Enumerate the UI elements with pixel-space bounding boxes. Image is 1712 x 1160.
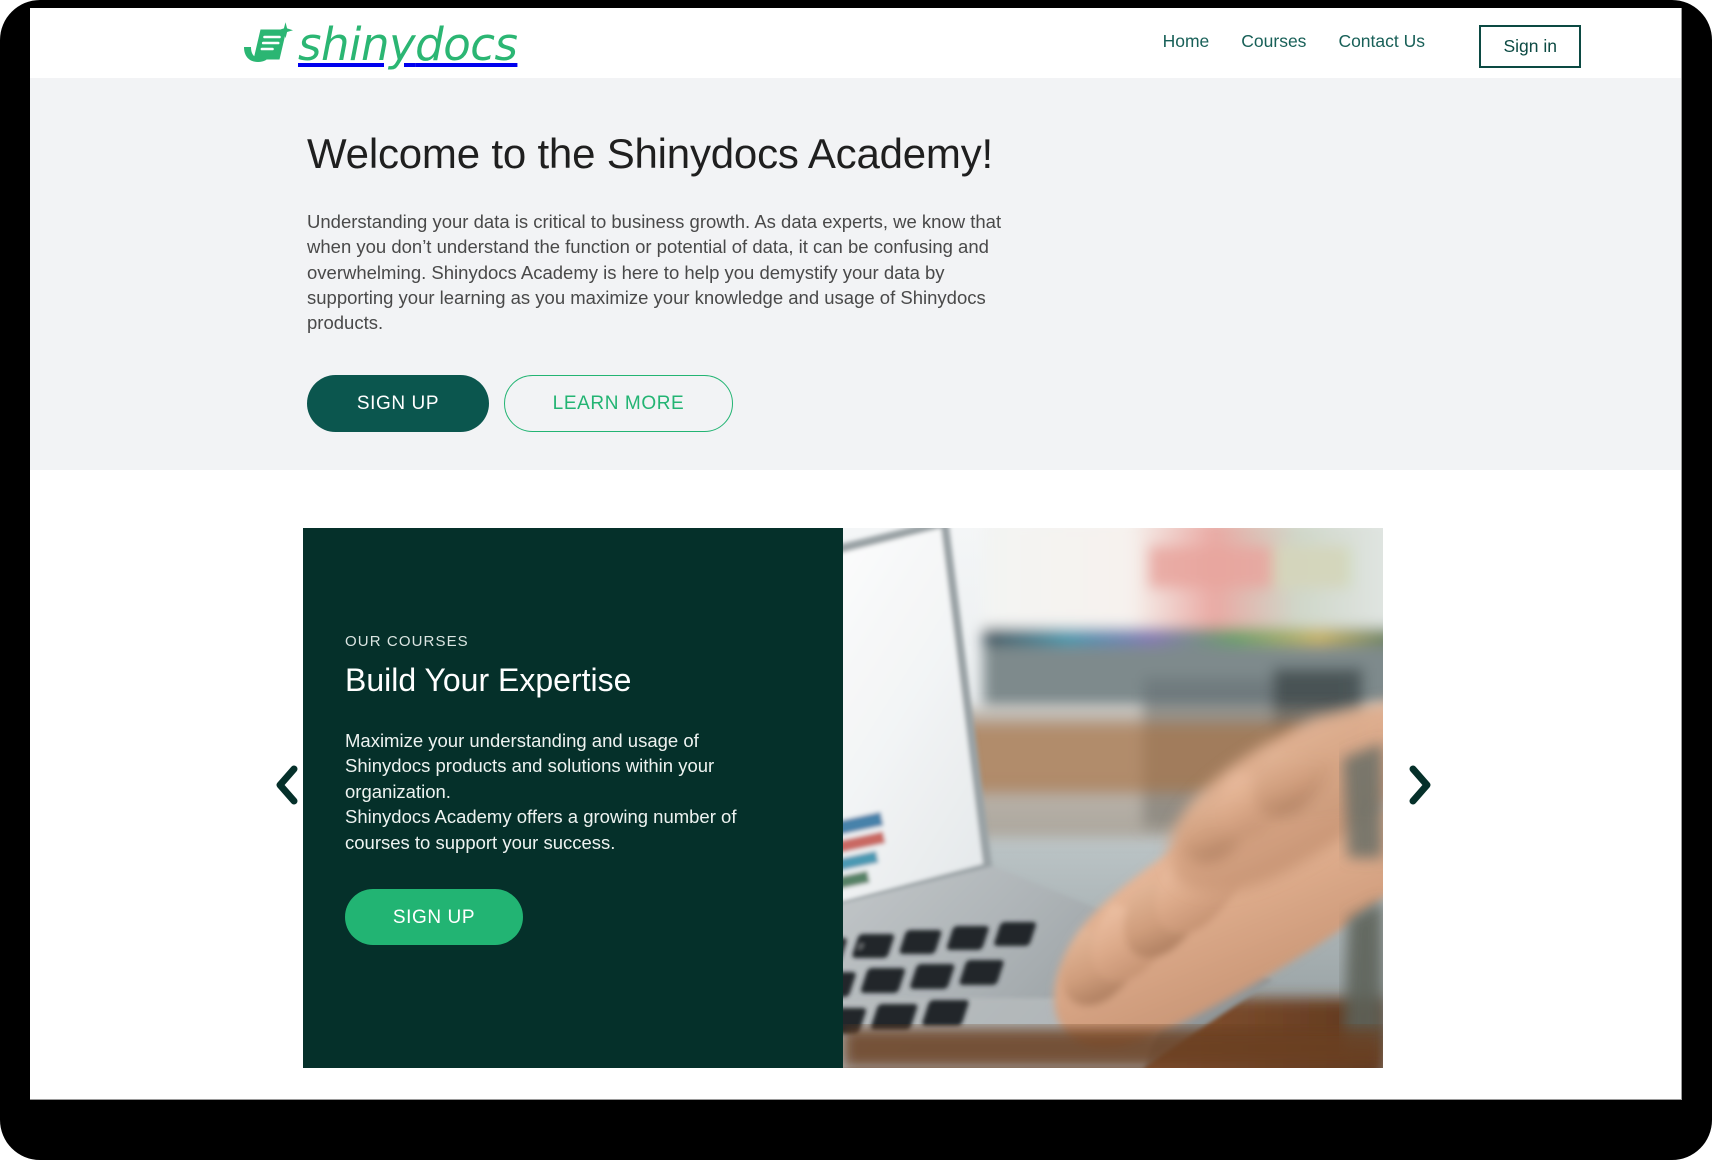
device-frame: shinydocs Home Courses Contact Us Sign i… — [0, 0, 1712, 1160]
brand-wordmark: shinydocs — [298, 22, 518, 67]
course-card-title: Build Your Expertise — [345, 662, 632, 698]
hero-section: Welcome to the Shinydocs Academy! Unders… — [30, 78, 1681, 470]
course-card: OUR COURSES Build Your Expertise Maximiz… — [303, 528, 1383, 1068]
carousel-prev-button[interactable] — [270, 763, 304, 807]
course-card-eyebrow: OUR COURSES — [345, 633, 469, 650]
hero-description: Understanding your data is critical to b… — [307, 211, 1002, 333]
hero-actions: SIGN UP LEARN MORE — [307, 375, 1681, 433]
course-card-image-pane: A S D F — [843, 528, 1383, 1068]
site-header: shinydocs Home Courses Contact Us Sign i… — [30, 8, 1681, 78]
laptop-typing-photo: A S D F — [843, 528, 1383, 1068]
chevron-right-icon — [1409, 765, 1431, 805]
course-card-sign-up-button[interactable]: SIGN UP — [345, 889, 523, 946]
chevron-left-icon — [276, 765, 298, 805]
carousel-next-button[interactable] — [1403, 763, 1437, 807]
sign-in-button[interactable]: Sign in — [1479, 25, 1581, 68]
nav-home[interactable]: Home — [1147, 24, 1226, 59]
hero-sign-up-button[interactable]: SIGN UP — [307, 375, 489, 433]
brand-wordmark-docs: docs — [415, 17, 518, 71]
hero-learn-more-button[interactable]: LEARN MORE — [504, 375, 733, 433]
nav-contact-us[interactable]: Contact Us — [1322, 24, 1441, 59]
nav-courses[interactable]: Courses — [1225, 24, 1322, 59]
course-card-text-pane: OUR COURSES Build Your Expertise Maximiz… — [303, 528, 843, 1068]
courses-carousel: OUR COURSES Build Your Expertise Maximiz… — [30, 470, 1681, 1099]
brand-wordmark-shiny: shiny — [298, 17, 416, 71]
brand-logo[interactable]: shinydocs — [238, 17, 518, 71]
shinydocs-document-swoosh-icon — [244, 22, 293, 62]
browser-viewport: shinydocs Home Courses Contact Us Sign i… — [30, 8, 1682, 1100]
page-title: Welcome to the Shinydocs Academy! — [307, 130, 993, 177]
course-card-description: Maximize your understanding and usage of… — [345, 729, 737, 853]
primary-nav: Home Courses Contact Us — [1147, 24, 1441, 59]
